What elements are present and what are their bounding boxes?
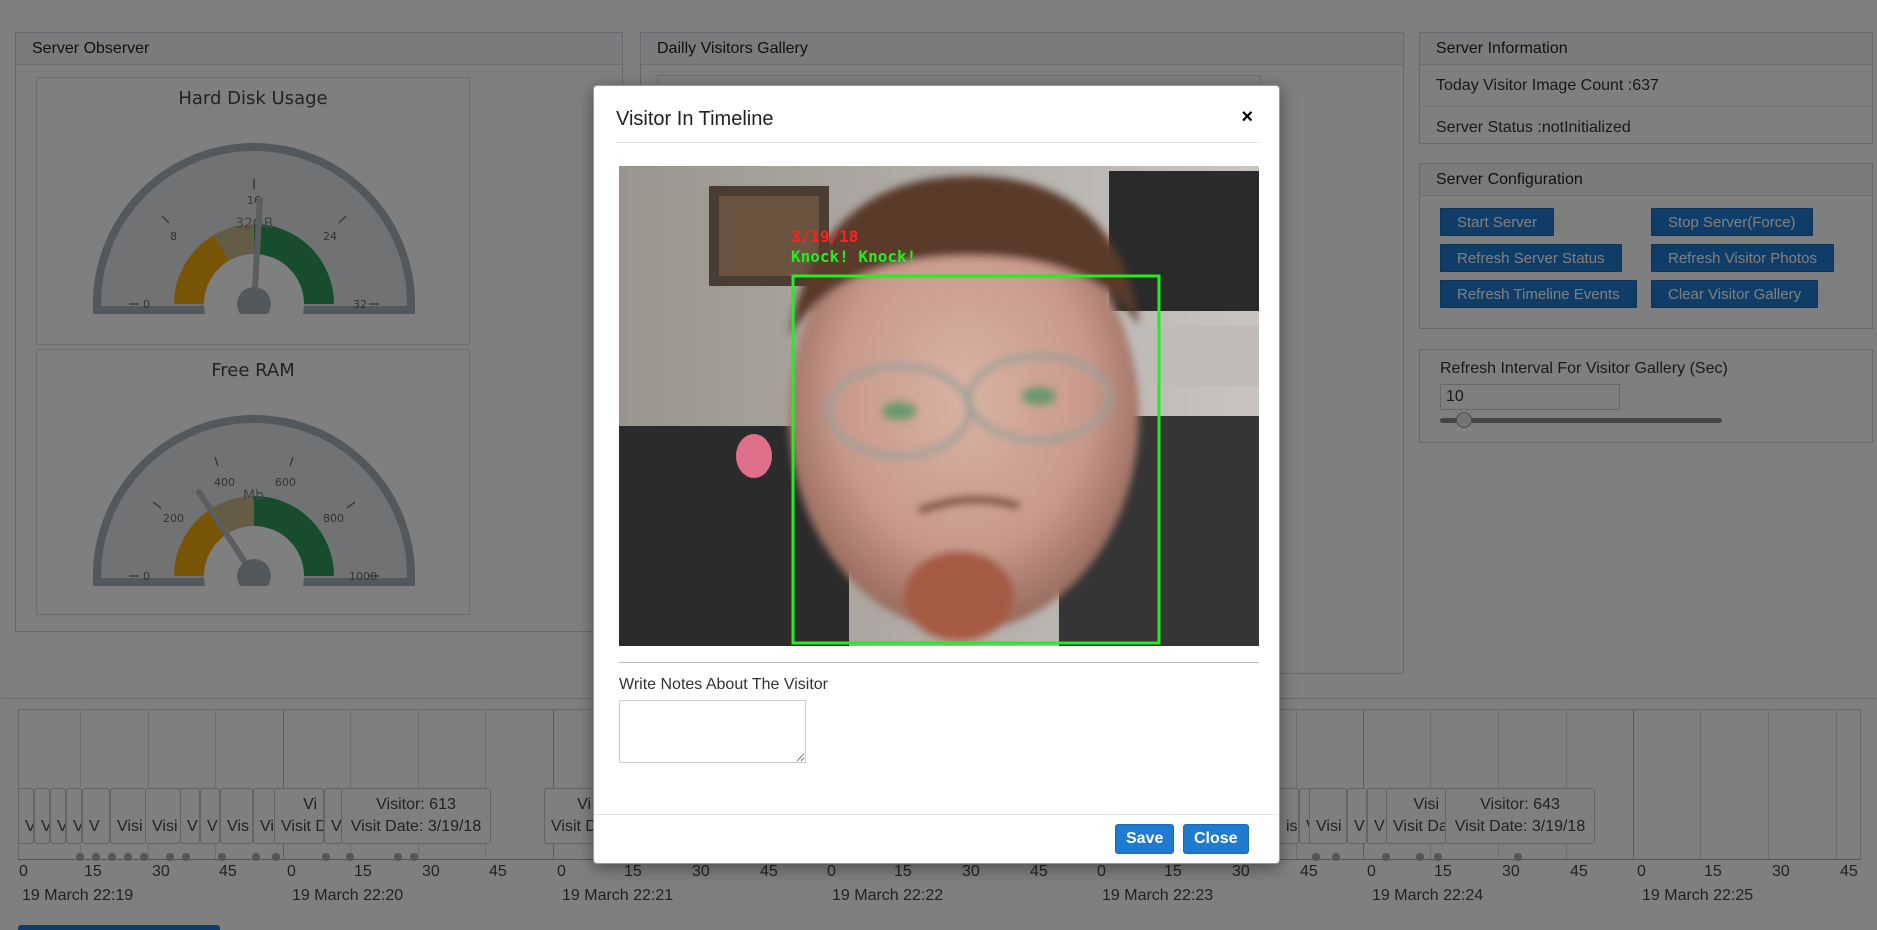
visitor-modal: Visitor In Timeline × 3/19/18 Knock! Kno… (593, 85, 1280, 864)
photo-caption-text: Knock! Knock! (791, 247, 916, 266)
photo-date-text: 3/19/18 (791, 227, 858, 246)
visitor-photo-image: 3/19/18 Knock! Knock! (619, 166, 1259, 646)
visitor-notes-input[interactable] (619, 700, 806, 763)
close-icon[interactable]: × (1241, 106, 1253, 129)
close-button[interactable]: Close (1183, 824, 1249, 854)
visitor-photo: 3/19/18 Knock! Knock! (619, 166, 1259, 646)
notes-label: Write Notes About The Visitor (619, 676, 828, 693)
save-button[interactable]: Save (1115, 824, 1175, 854)
modal-title: Visitor In Timeline (616, 108, 774, 130)
